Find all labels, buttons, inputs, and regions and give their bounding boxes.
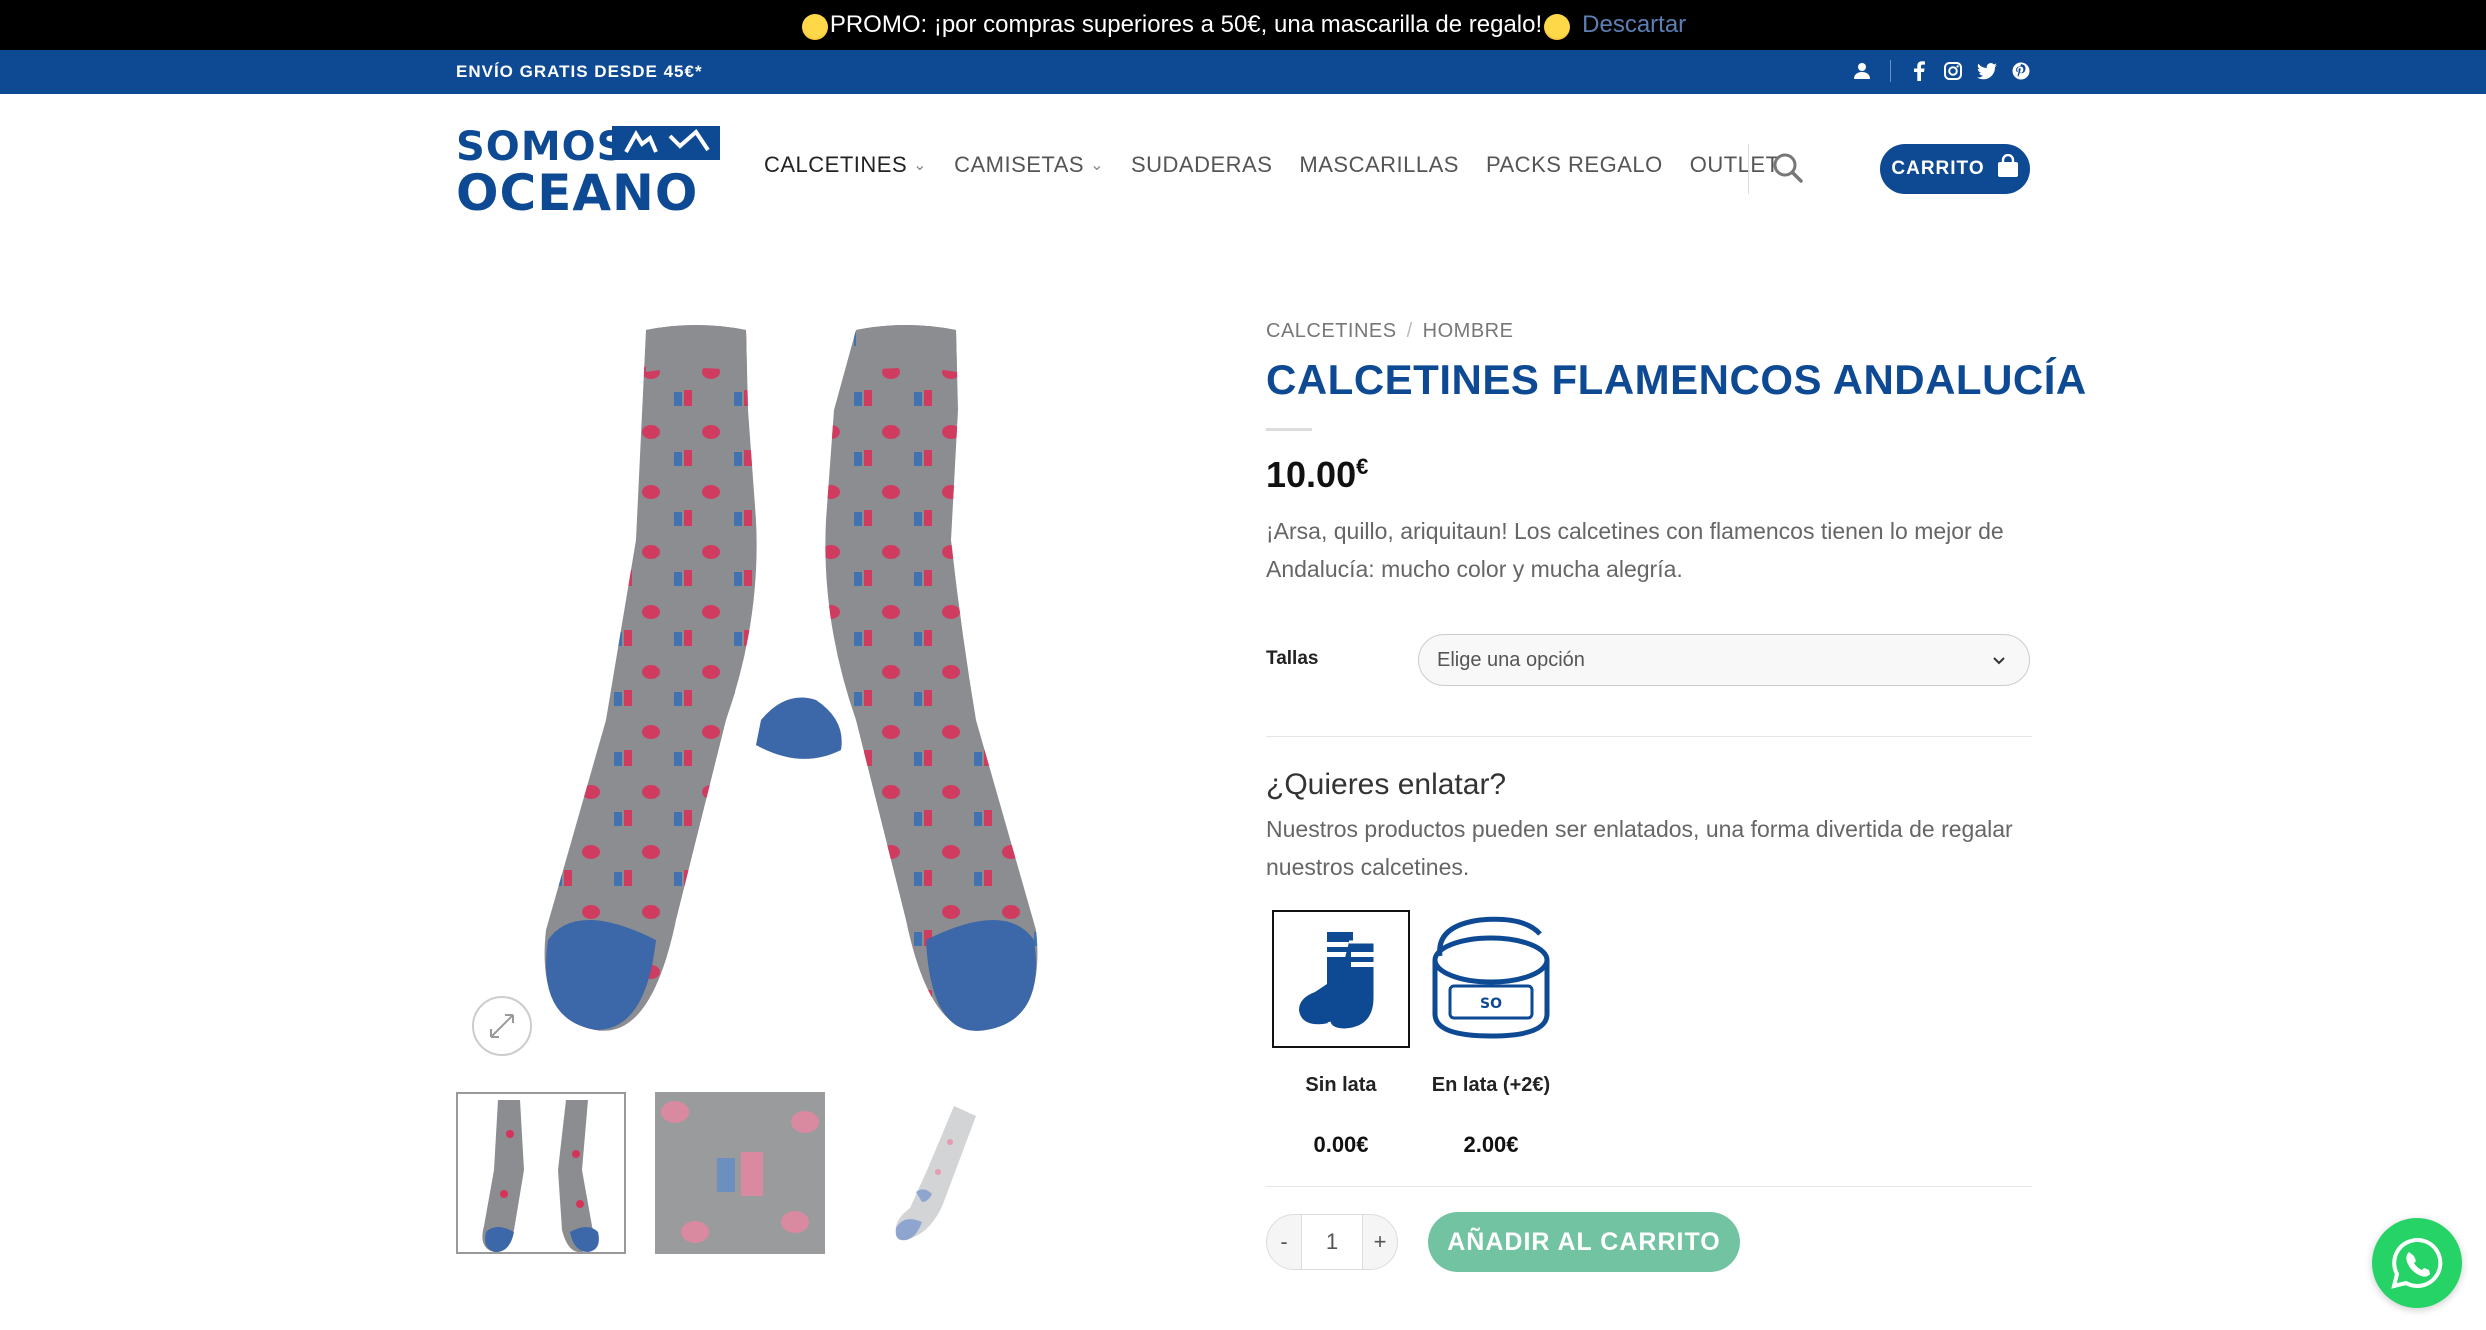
divider	[1266, 1186, 2032, 1187]
star-struck-emoji-icon	[1544, 14, 1571, 40]
quantity-stepper: - 1 +	[1266, 1214, 1398, 1270]
nav-item-label: CAMISETAS	[954, 152, 1085, 177]
breadcrumb-separator: /	[1406, 320, 1413, 342]
option-label: En lata (+2€)	[1431, 1074, 1551, 1096]
cart-button-label: CARRITO	[1891, 158, 1985, 179]
add-to-cart-button[interactable]: AÑADIR AL CARRITO	[1428, 1212, 1740, 1272]
option-price: 2.00€	[1463, 1132, 1519, 1157]
quantity-increase-button[interactable]: +	[1362, 1214, 1398, 1270]
promo-dismiss-link[interactable]: Descartar	[1582, 11, 1686, 39]
nav-item-outlet[interactable]: OUTLET	[1690, 152, 1780, 178]
product-thumbnail-3[interactable]	[850, 1092, 1020, 1254]
option-price: 0.00€	[1313, 1132, 1369, 1157]
pinterest-icon[interactable]	[2011, 58, 2031, 84]
nav-item-mascarillas[interactable]: MASCARILLAS	[1299, 152, 1459, 178]
price-currency: €	[1356, 454, 1369, 479]
breadcrumb-link[interactable]: HOMBRE	[1423, 320, 1514, 342]
chevron-down-icon: ⌄	[913, 157, 928, 174]
somos-oceano-logo[interactable]: SOMOS OCEANO	[456, 122, 722, 222]
star-struck-emoji-icon	[801, 14, 828, 40]
promo-bar: PROMO: ¡por compras superiores a 50€, un…	[0, 0, 2486, 50]
whatsapp-icon[interactable]	[2372, 1218, 2462, 1308]
cart-button[interactable]: CARRITO	[1880, 144, 2030, 194]
chevron-down-icon	[1989, 650, 2009, 670]
promo-text: PROMO: ¡por compras superiores a 50€, un…	[829, 11, 1543, 38]
size-label: Tallas	[1266, 648, 1319, 669]
option-en-lata[interactable]: SO	[1422, 910, 1560, 1048]
nav-item-packs-regalo[interactable]: PACKS REGALO	[1486, 152, 1663, 178]
facebook-icon[interactable]	[1909, 58, 1929, 84]
tin-can-icon: SO	[1432, 916, 1550, 1039]
shopping-bag-icon	[1997, 153, 2019, 184]
nav-item-camisetas[interactable]: CAMISETAS ⌄	[954, 152, 1104, 178]
nav-item-sudaderas[interactable]: SUDADERAS	[1131, 152, 1272, 178]
breadcrumb-link[interactable]: CALCETINES	[1266, 320, 1397, 342]
twitter-icon[interactable]	[1977, 58, 1997, 84]
size-select-value: Elige una opción	[1437, 648, 1585, 671]
nav-item-label: PACKS REGALO	[1485, 152, 1663, 177]
logo-line2: OCEANO	[456, 164, 698, 214]
nav-item-label: SUDADERAS	[1130, 152, 1273, 177]
top-bar: ENVÍO GRATIS DESDE 45€*	[0, 50, 2486, 94]
chevron-down-icon: ⌄	[1090, 157, 1104, 174]
option-sin-lata[interactable]	[1272, 910, 1410, 1048]
socks-icon	[1299, 932, 1377, 1032]
option-label: Sin lata	[1305, 1074, 1377, 1096]
main-nav: CALCETINES ⌄ CAMISETAS ⌄ SUDADERAS MASCA…	[764, 152, 1780, 178]
nav-item-label: CALCETINES	[764, 152, 908, 177]
product-price: 10.00€	[1266, 454, 1368, 496]
price-amount: 10.00	[1266, 454, 1357, 495]
nav-item-label: MASCARILLAS	[1299, 152, 1459, 177]
instagram-icon[interactable]	[1943, 58, 1963, 84]
title-divider	[1266, 428, 1312, 431]
zoom-expand-icon[interactable]	[472, 996, 532, 1056]
svg-text:SO: SO	[1480, 996, 1502, 1012]
nav-item-label: OUTLET	[1689, 152, 1780, 177]
product-main-image[interactable]	[456, 300, 1216, 1070]
quantity-input[interactable]: 1	[1302, 1214, 1362, 1270]
search-icon[interactable]	[1772, 152, 1806, 186]
topbar-divider	[1890, 60, 1891, 82]
addon-description: Nuestros productos pueden ser enlatados,…	[1266, 816, 2013, 880]
product-description: ¡Arsa, quillo, ariquitaun! Los calcetine…	[1266, 518, 2004, 582]
quantity-decrease-button[interactable]: -	[1266, 1214, 1302, 1270]
product-title: CALCETINES FLAMENCOS ANDALUCÍA	[1266, 356, 2087, 403]
divider	[1266, 736, 2032, 737]
account-icon[interactable]	[1852, 58, 1872, 84]
product-thumbnail-2[interactable]	[655, 1092, 825, 1254]
nav-divider	[1748, 144, 1749, 194]
nav-item-calcetines[interactable]: CALCETINES ⌄	[764, 152, 927, 178]
product-thumbnail-1[interactable]	[456, 1092, 626, 1254]
topbar-icons	[1852, 58, 2031, 84]
breadcrumb: CALCETINES / HOMBRE	[1266, 320, 1513, 343]
size-select[interactable]: Elige una opción	[1418, 634, 2030, 686]
addon-title: ¿Quieres enlatar?	[1266, 768, 1507, 801]
free-shipping-text: ENVÍO GRATIS DESDE 45€*	[456, 62, 703, 81]
